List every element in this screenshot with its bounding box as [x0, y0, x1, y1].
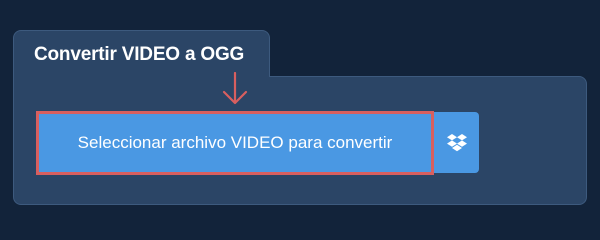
arrow-down-icon [222, 72, 248, 105]
dropbox-button[interactable] [434, 112, 479, 173]
select-video-file-label: Seleccionar archivo VIDEO para convertir [77, 133, 393, 152]
dropbox-icon [446, 133, 467, 151]
select-video-file-button[interactable]: Seleccionar archivo VIDEO para convertir [36, 111, 434, 175]
panel-title: Convertir VIDEO a OGG [34, 44, 245, 65]
